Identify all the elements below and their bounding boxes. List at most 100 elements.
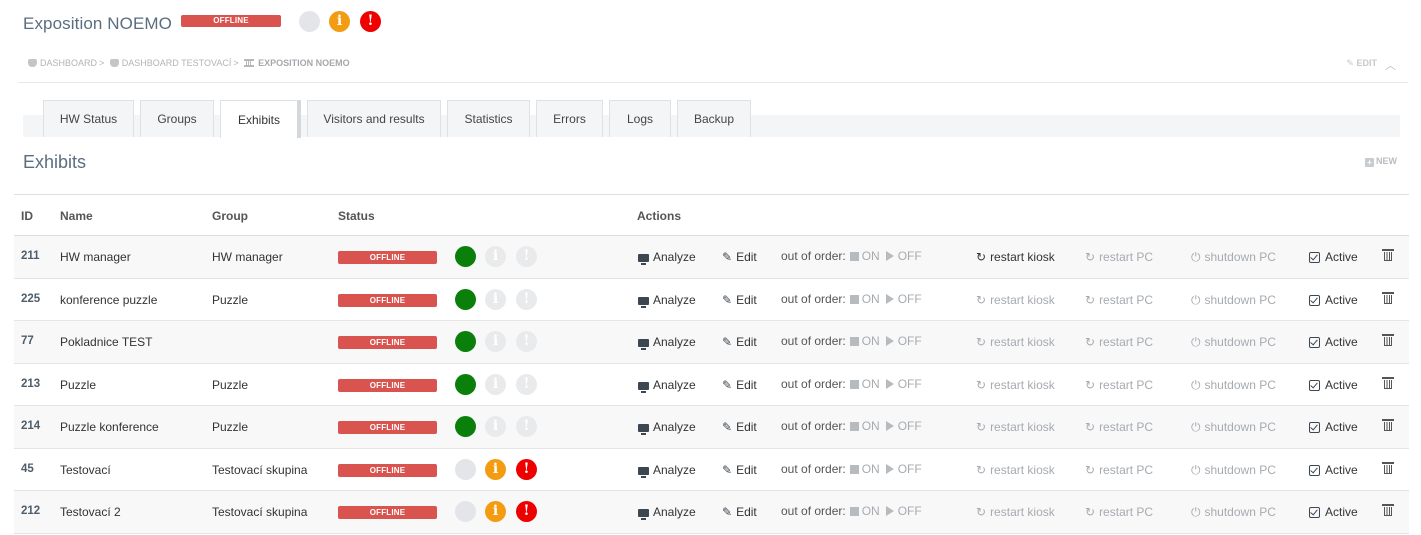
exhibit-id[interactable]: 213 [21,378,40,390]
tab-groups[interactable]: Groups [140,100,214,137]
trash-icon[interactable] [1382,249,1394,261]
analyze-button[interactable]: Analyze [638,420,696,435]
trash-icon[interactable] [1382,291,1394,304]
restart-pc-button[interactable]: ↻ restart PC [1085,335,1153,349]
exhibit-id[interactable]: 225 [21,293,40,305]
restart-pc-button[interactable]: ↻ restart PC [1085,463,1153,477]
out-of-order-on[interactable]: ON [862,292,880,306]
trash-icon[interactable] [1382,376,1394,389]
info-icon[interactable]: i [485,331,506,352]
shutdown-pc-button[interactable]: ⏻ shutdown PC [1191,378,1276,393]
restart-pc-button[interactable]: ↻ restart PC [1085,378,1153,392]
new-exhibit-button[interactable]: + NEW [1365,156,1397,167]
edit-button[interactable]: ✎ Edit [722,505,757,519]
analyze-button[interactable]: Analyze [638,250,696,265]
info-icon[interactable]: i [485,288,506,310]
active-toggle[interactable]: Active [1309,505,1358,519]
shutdown-pc-button[interactable]: ⏻ shutdown PC [1191,505,1276,520]
analyze-button[interactable]: Analyze [638,335,696,350]
restart-kiosk-button[interactable]: ↻ restart kiosk [976,250,1055,264]
info-icon[interactable]: i [329,11,350,32]
restart-pc-button[interactable]: ↻ restart PC [1085,250,1153,264]
out-of-order-off[interactable]: OFF [898,419,922,433]
restart-kiosk-button[interactable]: ↻ restart kiosk [976,293,1055,307]
info-icon[interactable]: i [485,246,506,267]
edit-button[interactable]: ✎ Edit [722,378,757,392]
out-of-order-off[interactable]: OFF [898,334,922,348]
edit-button[interactable]: ✎ Edit [722,420,757,434]
info-icon[interactable]: i [485,416,506,437]
tab-statistics[interactable]: Statistics [447,100,530,137]
restart-kiosk-button[interactable]: ↻ restart kiosk [976,505,1055,519]
alert-icon[interactable]: ! [516,331,537,352]
out-of-order-on[interactable]: ON [862,504,880,518]
column-header-group[interactable]: Group [212,209,248,223]
info-icon[interactable]: i [485,373,506,395]
shutdown-pc-button[interactable]: ⏻ shutdown PC [1191,420,1276,435]
out-of-order-off[interactable]: OFF [898,462,922,476]
alert-icon[interactable]: ! [516,288,537,310]
alert-icon[interactable]: ! [516,373,537,395]
out-of-order-on[interactable]: ON [862,334,880,348]
out-of-order-on[interactable]: ON [862,249,880,263]
exhibit-id[interactable]: 77 [21,335,34,347]
trash-icon[interactable] [1382,504,1394,516]
out-of-order-on[interactable]: ON [862,377,880,391]
shutdown-pc-button[interactable]: ⏻ shutdown PC [1191,335,1276,350]
analyze-button[interactable]: Analyze [638,505,696,520]
edit-button[interactable]: ✎ EDIT [1346,58,1377,69]
shutdown-pc-button[interactable]: ⏻ shutdown PC [1191,250,1276,265]
column-header-id[interactable]: ID [21,209,33,223]
tab-hw-status[interactable]: HW Status [43,100,134,137]
trash-icon[interactable] [1382,419,1394,431]
out-of-order-off[interactable]: OFF [898,504,922,518]
column-header-name[interactable]: Name [60,209,93,223]
out-of-order-on[interactable]: ON [862,462,880,476]
analyze-button[interactable]: Analyze [638,293,696,308]
alert-icon[interactable]: ! [516,246,537,267]
active-toggle[interactable]: Active [1309,250,1358,264]
out-of-order-off[interactable]: OFF [898,292,922,306]
restart-kiosk-button[interactable]: ↻ restart kiosk [976,378,1055,392]
restart-kiosk-button[interactable]: ↻ restart kiosk [976,420,1055,434]
trash-icon[interactable] [1382,334,1394,346]
shutdown-pc-button[interactable]: ⏻ shutdown PC [1191,463,1276,478]
breadcrumb-item-dashboard[interactable]: DASHBOARD [28,58,97,68]
restart-kiosk-button[interactable]: ↻ restart kiosk [976,335,1055,349]
restart-pc-button[interactable]: ↻ restart PC [1085,420,1153,434]
out-of-order-on[interactable]: ON [862,419,880,433]
trash-icon[interactable] [1382,461,1394,474]
restart-pc-button[interactable]: ↻ restart PC [1085,293,1153,307]
edit-button[interactable]: ✎ Edit [722,335,757,349]
exhibit-id[interactable]: 45 [21,463,34,475]
alert-icon[interactable]: ! [516,416,537,437]
active-toggle[interactable]: Active [1309,293,1358,307]
alert-icon[interactable]: ! [516,501,537,522]
exhibit-id[interactable]: 211 [21,250,40,262]
shutdown-pc-button[interactable]: ⏻ shutdown PC [1191,293,1276,308]
active-toggle[interactable]: Active [1309,463,1358,477]
chevron-up-icon[interactable]: ︿ [1385,57,1396,73]
analyze-button[interactable]: Analyze [638,463,696,478]
out-of-order-off[interactable]: OFF [898,249,922,263]
out-of-order-off[interactable]: OFF [898,377,922,391]
info-icon[interactable]: i [485,501,506,522]
restart-pc-button[interactable]: ↻ restart PC [1085,505,1153,519]
tab-exhibits[interactable]: Exhibits [220,100,301,138]
alert-icon[interactable]: ! [360,11,381,32]
exhibit-id[interactable]: 212 [21,505,40,517]
info-icon[interactable]: i [485,458,506,480]
tab-backup[interactable]: Backup [677,100,751,137]
active-toggle[interactable]: Active [1309,378,1358,392]
analyze-button[interactable]: Analyze [638,378,696,393]
edit-button[interactable]: ✎ Edit [722,250,757,264]
tab-logs[interactable]: Logs [609,100,671,137]
breadcrumb-item-dashboard-testovaci[interactable]: DASHBOARD TESTOVACÍ [109,58,231,68]
column-header-status[interactable]: Status [338,209,375,223]
restart-kiosk-button[interactable]: ↻ restart kiosk [976,463,1055,477]
alert-icon[interactable]: ! [516,458,537,480]
tab-errors[interactable]: Errors [536,100,603,137]
tab-visitors-and-results[interactable]: Visitors and results [307,100,441,137]
edit-button[interactable]: ✎ Edit [722,463,757,477]
active-toggle[interactable]: Active [1309,420,1358,434]
